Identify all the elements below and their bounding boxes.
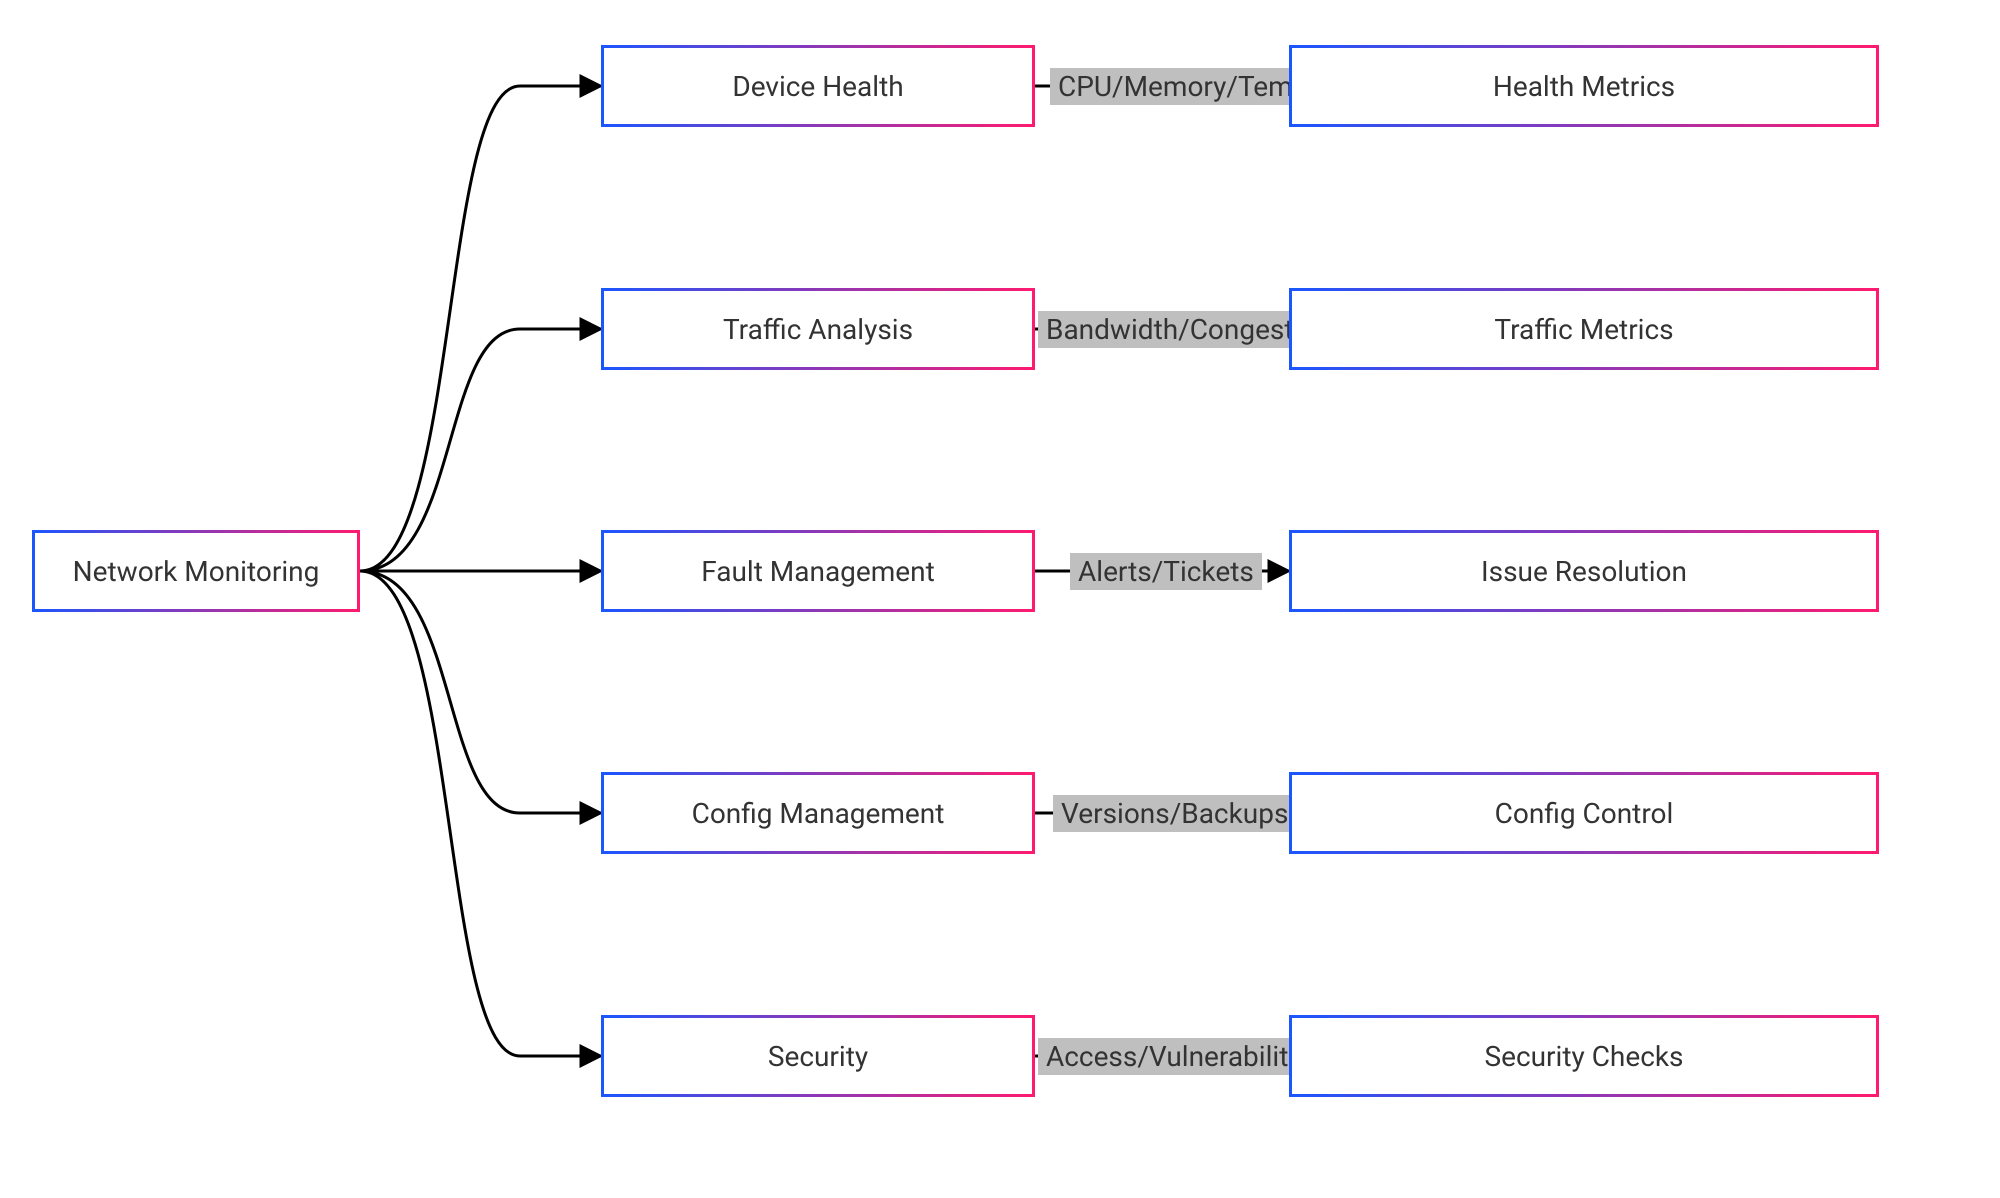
node-label: Security xyxy=(768,1040,868,1073)
edge-label-alerts-tickets: Alerts/Tickets xyxy=(1070,553,1262,590)
node-root-label: Network Monitoring xyxy=(73,555,320,588)
node-fault-management[interactable]: Fault Management xyxy=(601,530,1035,612)
node-label: Health Metrics xyxy=(1493,70,1675,103)
node-config-control[interactable]: Config Control xyxy=(1289,772,1879,854)
node-device-health[interactable]: Device Health xyxy=(601,45,1035,127)
node-issue-resolution[interactable]: Issue Resolution xyxy=(1289,530,1879,612)
node-label: Config Management xyxy=(692,797,945,830)
node-traffic-metrics[interactable]: Traffic Metrics xyxy=(1289,288,1879,370)
node-label: Config Control xyxy=(1495,797,1674,830)
node-label: Issue Resolution xyxy=(1481,555,1687,588)
node-root[interactable]: Network Monitoring xyxy=(32,530,360,612)
edge-label-text: Access/Vulnerabilities xyxy=(1046,1040,1324,1073)
node-label: Device Health xyxy=(732,70,903,103)
node-label: Traffic Metrics xyxy=(1494,313,1673,346)
node-traffic-analysis[interactable]: Traffic Analysis xyxy=(601,288,1035,370)
node-label: Traffic Analysis xyxy=(723,313,913,346)
node-config-management[interactable]: Config Management xyxy=(601,772,1035,854)
edge-label-cpu-memory-temp: CPU/Memory/Temp xyxy=(1050,68,1316,105)
edge-label-text: CPU/Memory/Temp xyxy=(1058,70,1308,103)
edge-label-text: Alerts/Tickets xyxy=(1078,555,1254,588)
node-security-checks[interactable]: Security Checks xyxy=(1289,1015,1879,1097)
edge-label-versions-backups: Versions/Backups xyxy=(1053,795,1296,832)
edge-label-text: Versions/Backups xyxy=(1061,797,1288,830)
node-label: Security Checks xyxy=(1484,1040,1683,1073)
node-security[interactable]: Security xyxy=(601,1015,1035,1097)
node-health-metrics[interactable]: Health Metrics xyxy=(1289,45,1879,127)
node-label: Fault Management xyxy=(701,555,935,588)
